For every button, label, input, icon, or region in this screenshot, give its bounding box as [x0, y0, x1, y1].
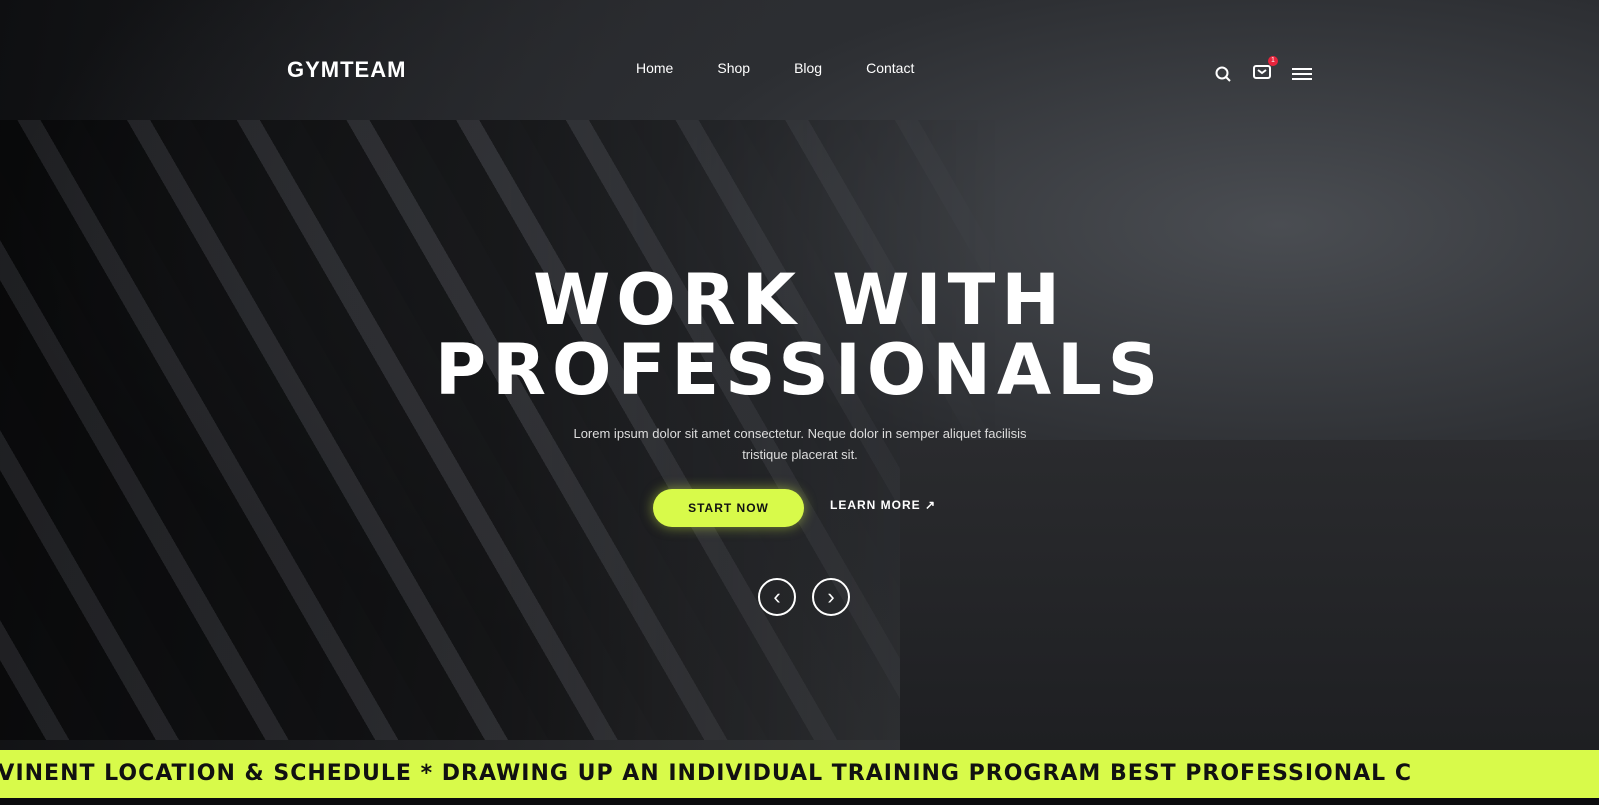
cart-badge: 1 [1268, 56, 1278, 66]
learn-more-link[interactable]: LEARN MORE ↗ [830, 498, 936, 512]
marquee-text: NVINENT LOCATION & SCHEDULE * DRAWING UP… [0, 761, 1412, 786]
logo[interactable]: GYMTEAM [287, 57, 406, 83]
menu-icon[interactable] [1292, 66, 1312, 82]
next-slide-button[interactable]: › [812, 578, 850, 616]
nav-blog[interactable]: Blog [794, 60, 822, 76]
start-now-button[interactable]: START NOW [653, 489, 804, 527]
hero-title: WORK WITH PROFESSIONALS [0, 265, 1599, 405]
prev-slide-button[interactable]: ‹ [758, 578, 796, 616]
gym-floor-image [900, 440, 1599, 750]
cart-button[interactable]: 1 [1252, 56, 1278, 85]
main-nav: Home Shop Blog Contact [636, 60, 914, 76]
hero-subtitle: Lorem ipsum dolor sit amet consectetur. … [573, 426, 1027, 462]
marquee-banner: NVINENT LOCATION & SCHEDULE * DRAWING UP… [0, 750, 1599, 798]
nav-contact[interactable]: Contact [866, 60, 914, 76]
header-icons: 1 [1214, 56, 1312, 85]
nav-shop[interactable]: Shop [717, 60, 750, 76]
search-icon[interactable] [1214, 65, 1232, 83]
title-line-2: PROFESSIONALS [434, 329, 1165, 411]
nav-home[interactable]: Home [636, 60, 673, 76]
